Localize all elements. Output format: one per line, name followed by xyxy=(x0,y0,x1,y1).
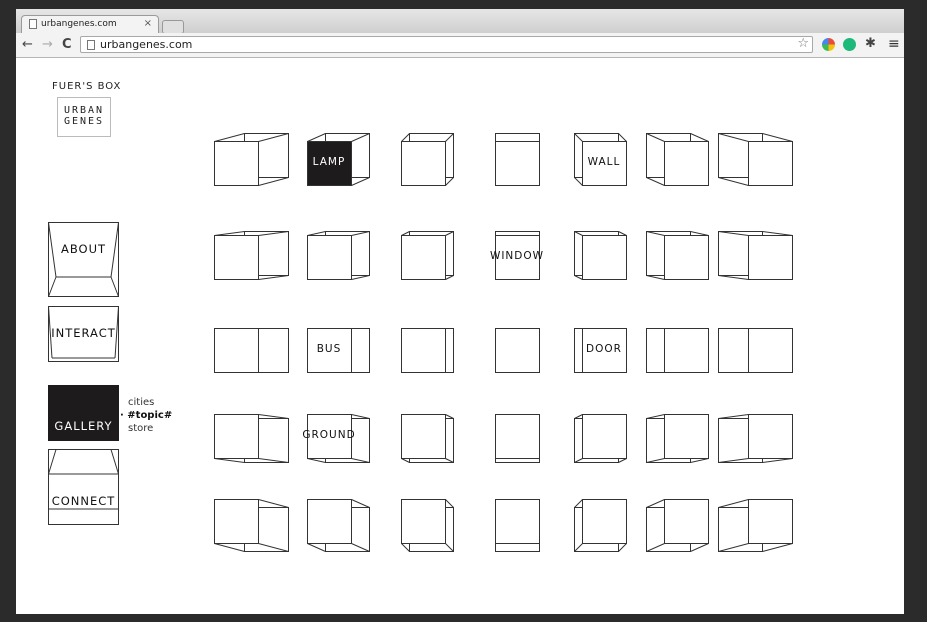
nav-interact[interactable]: INTERACT xyxy=(48,306,119,362)
bookmark-star-icon[interactable]: ☆ xyxy=(797,36,809,51)
address-bar[interactable]: urbangenes.com ☆ xyxy=(80,36,813,53)
page-icon xyxy=(29,19,37,29)
logo[interactable]: URBAN GENES xyxy=(57,97,111,137)
cube-icon xyxy=(574,499,627,552)
url-text: urbangenes.com xyxy=(100,38,193,51)
nav-gallery-label: GALLERY xyxy=(54,419,113,433)
back-icon[interactable]: ← xyxy=(22,37,33,52)
page-content: FUER'S BOX URBAN GENES ABOUT INTERACT GA… xyxy=(16,58,904,614)
cube-icon xyxy=(646,231,709,280)
extension-green-icon[interactable] xyxy=(843,38,856,51)
menu-icon[interactable]: ≡ xyxy=(888,36,900,52)
cube-icon xyxy=(574,133,627,186)
cube-icon xyxy=(214,499,289,552)
cube-icon xyxy=(401,328,454,373)
cube-icon xyxy=(718,328,793,373)
new-tab-button[interactable] xyxy=(162,20,184,34)
cube-icon xyxy=(401,499,454,552)
nav-about[interactable]: ABOUT xyxy=(48,222,119,297)
cube-icon xyxy=(495,328,540,373)
tab-title: urbangenes.com xyxy=(41,19,117,29)
cube-icon xyxy=(214,231,289,280)
cube-icon xyxy=(495,231,540,280)
cube-icon xyxy=(718,414,793,463)
about-box-icon xyxy=(48,222,119,297)
gallery-submenu: cities · #topic# store xyxy=(120,396,172,435)
submenu-store[interactable]: store xyxy=(128,422,172,435)
tab-strip: urbangenes.com × xyxy=(16,9,904,34)
cube-icon xyxy=(574,328,627,373)
cube-icon xyxy=(401,231,454,280)
extension-color-icon[interactable] xyxy=(822,38,835,51)
cube-icon xyxy=(214,133,289,186)
cube-icon xyxy=(718,133,793,186)
cube-icon xyxy=(307,133,370,186)
browser-window: urbangenes.com × ← → C urbangenes.com ☆ … xyxy=(16,9,904,614)
browser-tab[interactable]: urbangenes.com × xyxy=(21,15,159,33)
cube-icon xyxy=(307,414,370,463)
cube-icon xyxy=(718,499,793,552)
page-icon xyxy=(87,40,95,50)
logo-line-2: GENES xyxy=(63,116,105,127)
cube-icon xyxy=(646,133,709,186)
cube-icon xyxy=(214,328,289,373)
reload-icon[interactable]: C xyxy=(62,37,72,52)
cube-icon xyxy=(646,414,709,463)
nav-about-label: ABOUT xyxy=(60,242,107,256)
nav-connect[interactable]: CONNECT xyxy=(48,449,119,525)
cube-icon xyxy=(574,414,627,463)
cube-icon xyxy=(307,231,370,280)
cube-icon xyxy=(495,133,540,186)
submenu-topic[interactable]: · #topic# xyxy=(120,409,172,422)
brand-title: FUER'S BOX xyxy=(52,81,122,92)
cube-icon xyxy=(646,328,709,373)
browser-toolbar: ← → C urbangenes.com ☆ ✱ ≡ xyxy=(16,33,904,58)
cube-icon xyxy=(718,231,793,280)
cube-icon xyxy=(307,328,370,373)
connect-box-icon xyxy=(48,449,119,525)
cube-icon xyxy=(495,499,540,552)
cube-icon xyxy=(307,499,370,552)
extensions-icon[interactable]: ✱ xyxy=(865,36,876,51)
close-tab-icon[interactable]: × xyxy=(144,18,152,29)
forward-icon[interactable]: → xyxy=(42,37,53,52)
cube-icon xyxy=(401,133,454,186)
cube-icon xyxy=(574,231,627,280)
cube-icon xyxy=(214,414,289,463)
logo-line-1: URBAN xyxy=(63,105,105,116)
gallery-box-icon xyxy=(48,385,119,441)
cube-icon xyxy=(401,414,454,463)
nav-interact-label: INTERACT xyxy=(51,326,116,340)
cube-icon xyxy=(495,414,540,463)
nav-gallery[interactable]: GALLERY xyxy=(48,385,119,441)
nav-connect-label: CONNECT xyxy=(51,494,116,508)
cube-icon xyxy=(646,499,709,552)
submenu-cities[interactable]: cities xyxy=(128,396,172,409)
